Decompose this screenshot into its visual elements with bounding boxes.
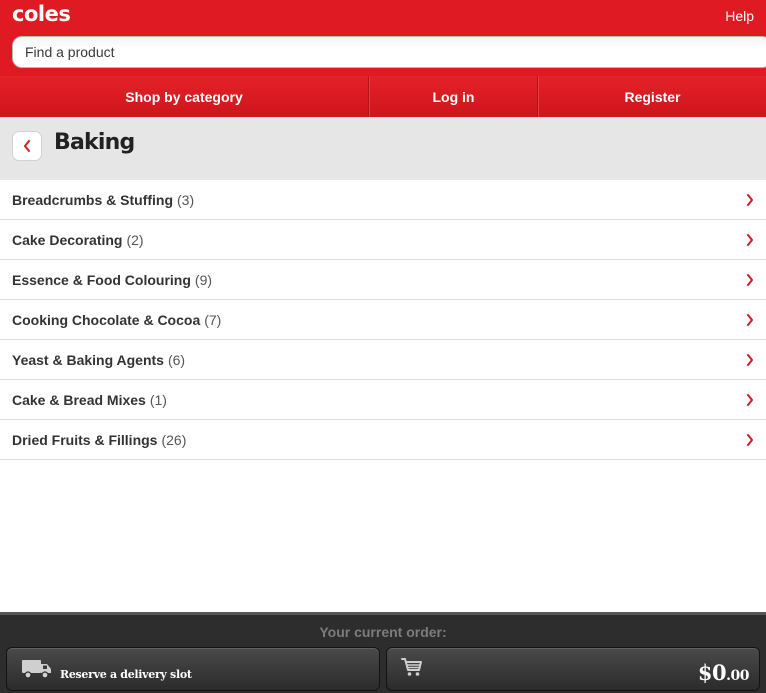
category-name: Cake Decorating [12, 231, 123, 248]
category-row-yeast-baking-agents[interactable]: Yeast & Baking Agents (6) [0, 340, 766, 380]
category-count: (1) [149, 391, 167, 408]
truck-icon [22, 660, 51, 679]
category-count: (7) [204, 311, 222, 328]
cart-button[interactable]: $0.00 [386, 647, 760, 691]
header-bar: coles Help [0, 0, 766, 76]
category-row-essence-food-colouring[interactable]: Essence & Food Colouring (9) [0, 260, 766, 300]
category-count: (3) [177, 191, 195, 208]
category-name: Breadcrumbs & Stuffing [12, 191, 174, 208]
category-count: (26) [161, 431, 187, 448]
cart-icon [401, 658, 422, 676]
reserve-delivery-label: Reserve a delivery slot [60, 668, 192, 681]
app-root: coles Help Shop by category Log in Regis… [0, 0, 766, 693]
reserve-delivery-button[interactable]: Reserve a delivery slot [6, 647, 380, 691]
chevron-right-icon [747, 354, 753, 366]
category-count: (9) [194, 271, 213, 288]
chevron-right-icon [747, 194, 753, 206]
category-row-breadcrumbs-stuffing[interactable]: Breadcrumbs & Stuffing (3) [0, 180, 766, 220]
category-name: Yeast & Baking Agents [12, 351, 164, 368]
chevron-right-icon [747, 234, 753, 246]
order-footer: Your current order: Reserve a delivery s… [0, 612, 766, 693]
search-input[interactable] [12, 36, 766, 68]
help-link[interactable]: Help [725, 8, 754, 24]
category-row-cake-bread-mixes[interactable]: Cake & Bread Mixes (1) [0, 380, 766, 420]
order-total: $0.00 [697, 660, 750, 685]
category-count: (2) [126, 231, 144, 248]
chevron-right-icon [747, 434, 753, 446]
coles-logo[interactable]: coles [12, 2, 71, 26]
chevron-right-icon [747, 274, 753, 286]
category-row-cooking-chocolate-cocoa[interactable]: Cooking Chocolate & Cocoa (7) [0, 300, 766, 340]
category-name: Dried Fruits & Fillings [12, 431, 158, 448]
order-total-dollars: $0 [697, 660, 727, 685]
chevron-left-icon [24, 140, 30, 152]
main-nav: Shop by category Log in Register [0, 76, 766, 117]
category-name: Essence & Food Colouring [12, 271, 191, 288]
back-button[interactable] [12, 131, 42, 161]
order-total-cents: .00 [726, 668, 749, 684]
page-title: Baking [54, 130, 135, 155]
category-row-cake-decorating[interactable]: Cake Decorating (2) [0, 220, 766, 260]
nav-register[interactable]: Register [538, 76, 766, 117]
category-name: Cake & Bread Mixes [12, 391, 146, 408]
chevron-right-icon [747, 314, 753, 326]
order-label: Your current order: [319, 624, 447, 640]
chevron-right-icon [747, 394, 753, 406]
category-list: Breadcrumbs & Stuffing (3) Cake Decorati… [0, 180, 766, 460]
category-row-dried-fruits-fillings[interactable]: Dried Fruits & Fillings (26) [0, 420, 766, 460]
category-heading: Baking [0, 117, 766, 180]
category-name: Cooking Chocolate & Cocoa [12, 311, 201, 328]
nav-shop-by-category[interactable]: Shop by category [0, 76, 369, 117]
category-count: (6) [167, 351, 186, 368]
nav-log-in[interactable]: Log in [369, 76, 538, 117]
